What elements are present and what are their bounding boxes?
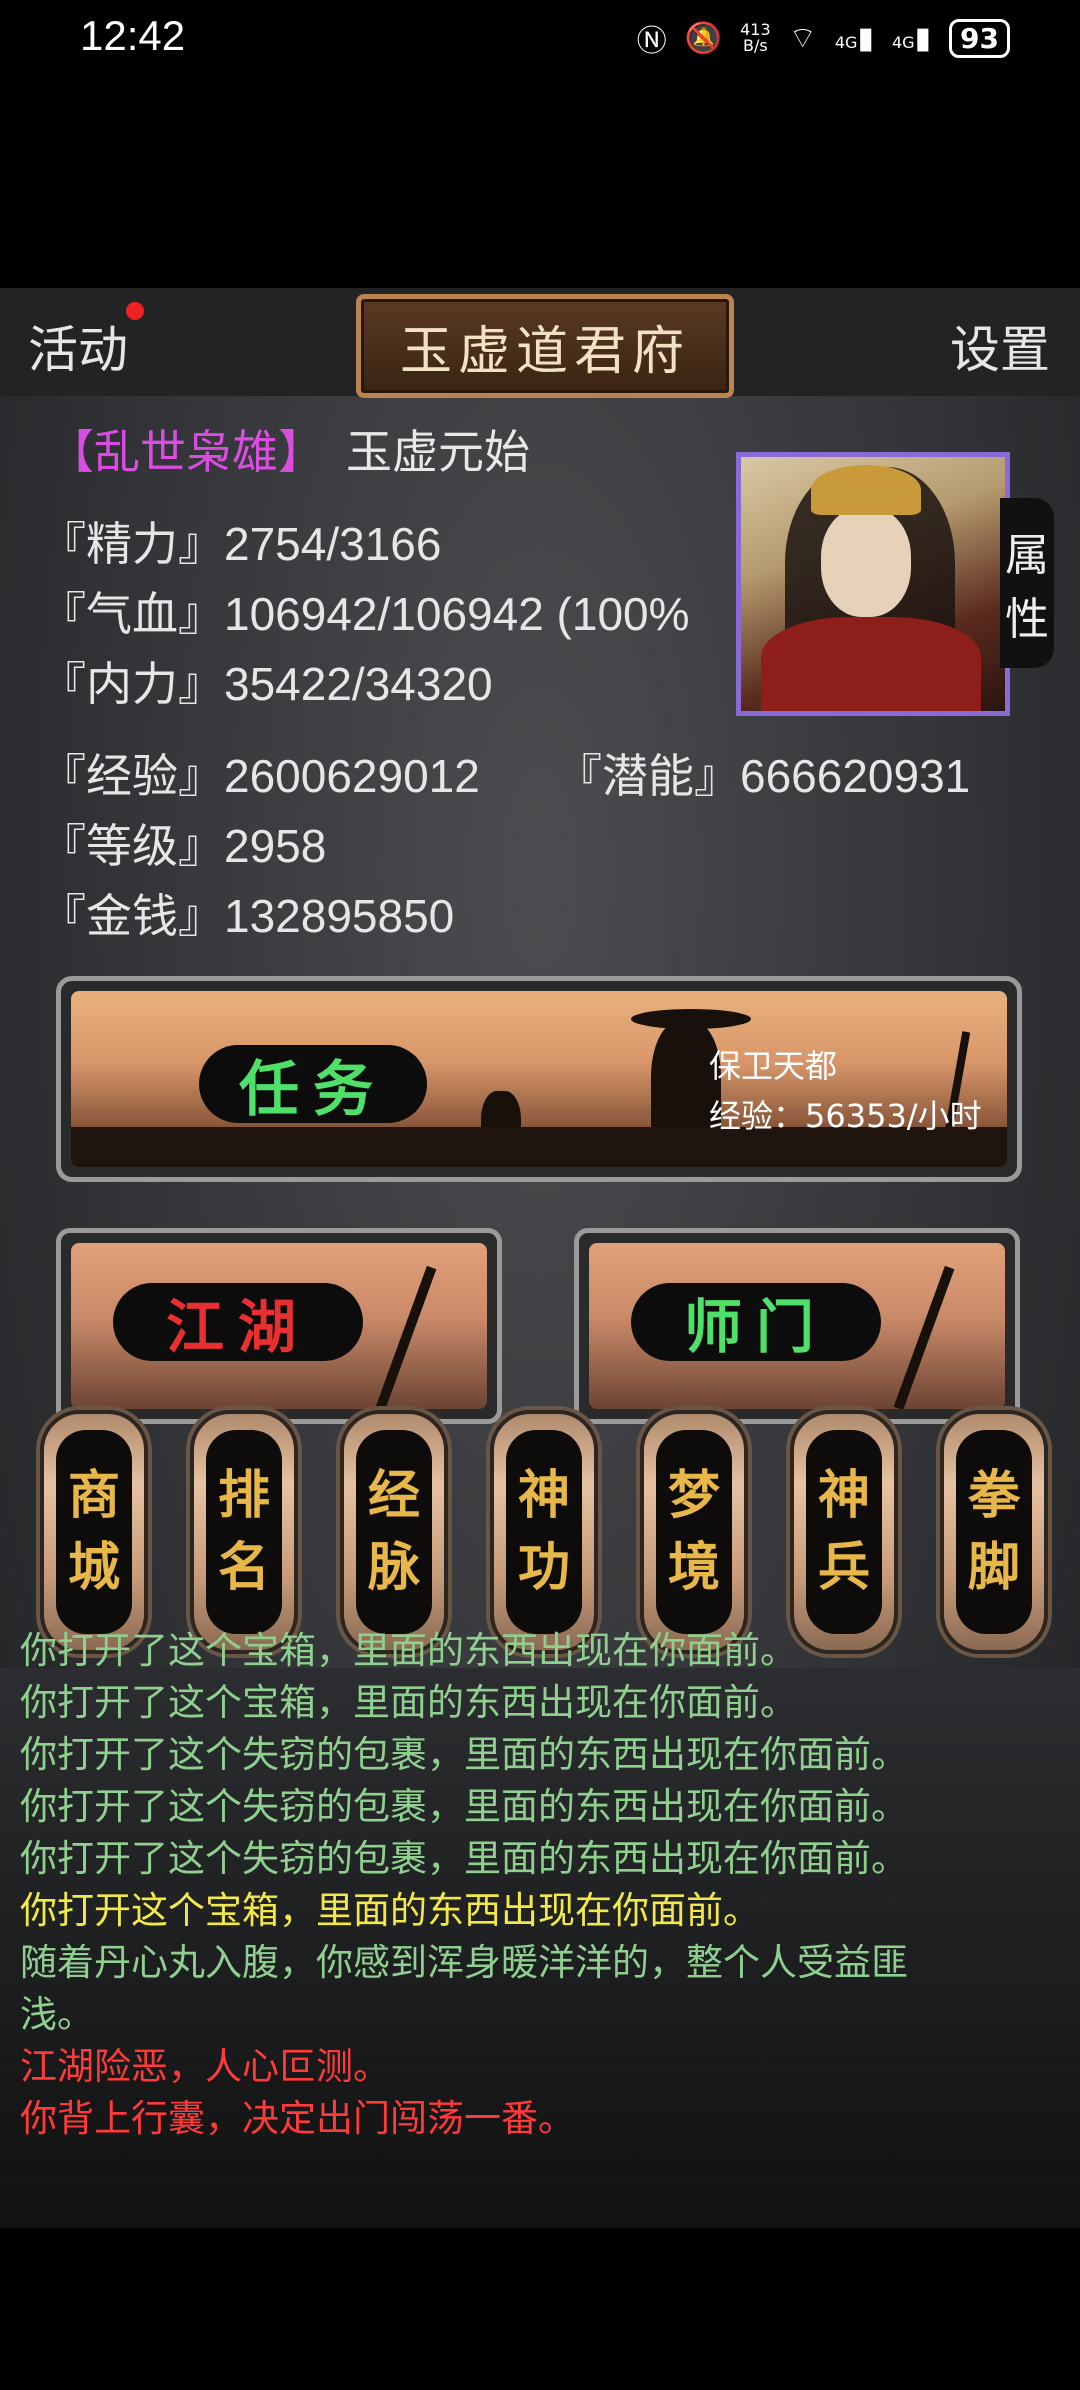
log-line: 浅。 bbox=[20, 1993, 94, 2036]
jianghu-label: 江湖 bbox=[113, 1283, 363, 1361]
log-line: 你打开了这个宝箱，里面的东西出现在你面前。 bbox=[20, 1681, 797, 1724]
attr-tab-char-1: 属 bbox=[1005, 530, 1049, 581]
shimen-label: 师门 bbox=[631, 1283, 881, 1361]
status-bar: 12:42 Ⓝ 🔕 413 B/s ⌔ 4G▮ 4G▮ 93 bbox=[0, 0, 1080, 80]
log-line: 随着丹心丸入腹，你感到浑身暖洋洋的，整个人受益匪 bbox=[20, 1941, 908, 1984]
jianghu-button[interactable]: 江湖 bbox=[56, 1228, 502, 1424]
settings-button[interactable]: 设置 bbox=[950, 310, 1050, 382]
notification-dot bbox=[126, 302, 144, 320]
log-line: 你打开了这个失窃的包裹，里面的东西出现在你面前。 bbox=[20, 1785, 908, 1828]
menu-button-divine-weapon[interactable]: 神兵 bbox=[790, 1410, 898, 1654]
log-line: 江湖险恶，人心叵测。 bbox=[20, 2045, 390, 2088]
menu-button-meridians[interactable]: 经脉 bbox=[340, 1410, 448, 1654]
stat-hp: 『气血』106942/106942 (100% bbox=[40, 588, 690, 640]
status-time: 12:42 bbox=[80, 12, 186, 59]
nfc-icon: Ⓝ bbox=[636, 24, 667, 59]
status-icons: Ⓝ 🔕 413 B/s ⌔ 4G▮ 4G▮ 93 bbox=[637, 16, 1010, 60]
stat-energy: 『精力』2754/3166 bbox=[40, 518, 442, 570]
quest-exp-rate: 经验：56353/小时 bbox=[709, 1097, 982, 1135]
menu-button-ranking[interactable]: 排名 bbox=[190, 1410, 298, 1654]
message-log[interactable]: 你打开了这个宝箱，里面的东西出现在你面前。 你打开了这个宝箱，里面的东西出现在你… bbox=[0, 1629, 1080, 2228]
log-line: 你打开这个宝箱，里面的东西出现在你面前。 bbox=[20, 1889, 760, 1932]
location-title: 玉虚道君府 bbox=[399, 321, 690, 382]
menu-button-shop[interactable]: 商城 bbox=[40, 1410, 148, 1654]
character-portrait[interactable] bbox=[736, 452, 1010, 716]
mute-icon: 🔕 bbox=[684, 20, 723, 56]
log-line: 你背上行囊，决定出门闯荡一番。 bbox=[20, 2097, 575, 2140]
net-speed: 413 B/s bbox=[740, 20, 771, 55]
stat-money: 『金钱』132895850 bbox=[40, 890, 455, 942]
stat-mp: 『内力』35422/34320 bbox=[40, 658, 493, 710]
quest-label: 任务 bbox=[199, 1045, 427, 1125]
quest-button[interactable]: 任务 保卫天都 经验：56353/小时 bbox=[56, 976, 1022, 1182]
attr-tab-char-2: 性 bbox=[1005, 594, 1049, 645]
menu-button-divine-skill[interactable]: 神功 bbox=[490, 1410, 598, 1654]
log-line: 你打开了这个宝箱，里面的东西出现在你面前。 bbox=[20, 1629, 797, 1672]
quest-banner-art: 任务 保卫天都 经验：56353/小时 bbox=[71, 991, 1007, 1167]
game-screen: 活动 玉虚道君府 设置 【乱世枭雄】 玉虚元始 『精力』2754/3166 『气… bbox=[0, 288, 1080, 2228]
top-bar: 活动 玉虚道君府 设置 bbox=[0, 288, 1080, 398]
jianghu-banner-art: 江湖 bbox=[71, 1243, 487, 1409]
activity-button[interactable]: 活动 bbox=[28, 310, 128, 382]
signal-icon: 4G▮ bbox=[834, 20, 874, 56]
shimen-button[interactable]: 师门 bbox=[574, 1228, 1020, 1424]
location-title-plaque: 玉虚道君府 bbox=[356, 294, 734, 398]
menu-button-fist[interactable]: 拳脚 bbox=[940, 1410, 1048, 1654]
log-line: 你打开了这个失窃的包裹，里面的东西出现在你面前。 bbox=[20, 1837, 908, 1880]
wifi-icon: ⌔ bbox=[788, 21, 817, 56]
stat-exp: 『经验』2600629012 bbox=[40, 750, 480, 802]
menu-button-dream[interactable]: 梦境 bbox=[640, 1410, 748, 1654]
signal-icon-2: 4G▮ bbox=[891, 20, 932, 56]
attributes-tab[interactable]: 属 性 bbox=[1000, 498, 1054, 668]
stat-level: 『等级』2958 bbox=[40, 820, 327, 872]
shimen-banner-art: 师门 bbox=[589, 1243, 1005, 1409]
quest-name: 保卫天都 bbox=[709, 1047, 838, 1085]
log-line: 你打开了这个失窃的包裹，里面的东西出现在你面前。 bbox=[20, 1733, 908, 1776]
battery-icon: 93 bbox=[949, 18, 1010, 58]
stat-potential: 『潜能』666620931 bbox=[556, 750, 971, 802]
character-name: 玉虚元始 bbox=[346, 425, 530, 479]
character-title: 【乱世枭雄】 bbox=[48, 425, 324, 479]
